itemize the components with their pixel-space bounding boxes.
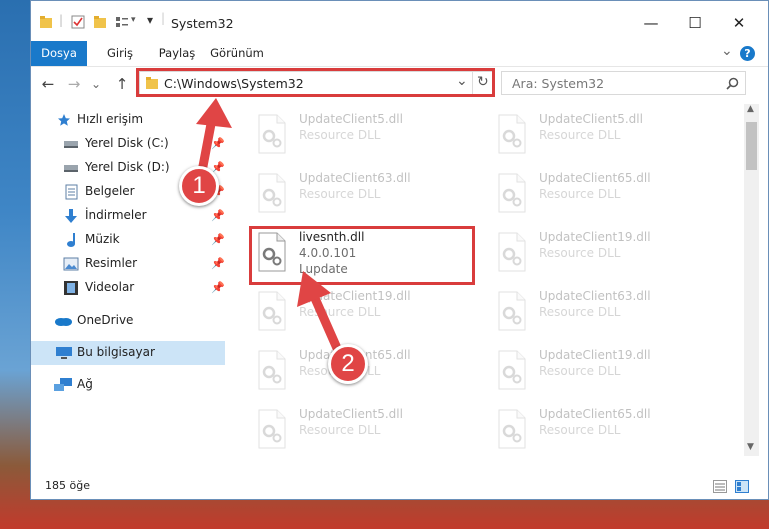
step-badge-2: 2 [328, 344, 368, 384]
step-badge-1: 1 [179, 166, 219, 206]
annotation-arrows [195, 98, 345, 360]
arrow-1-head [196, 98, 232, 128]
arrow-2-shaft [309, 291, 345, 360]
